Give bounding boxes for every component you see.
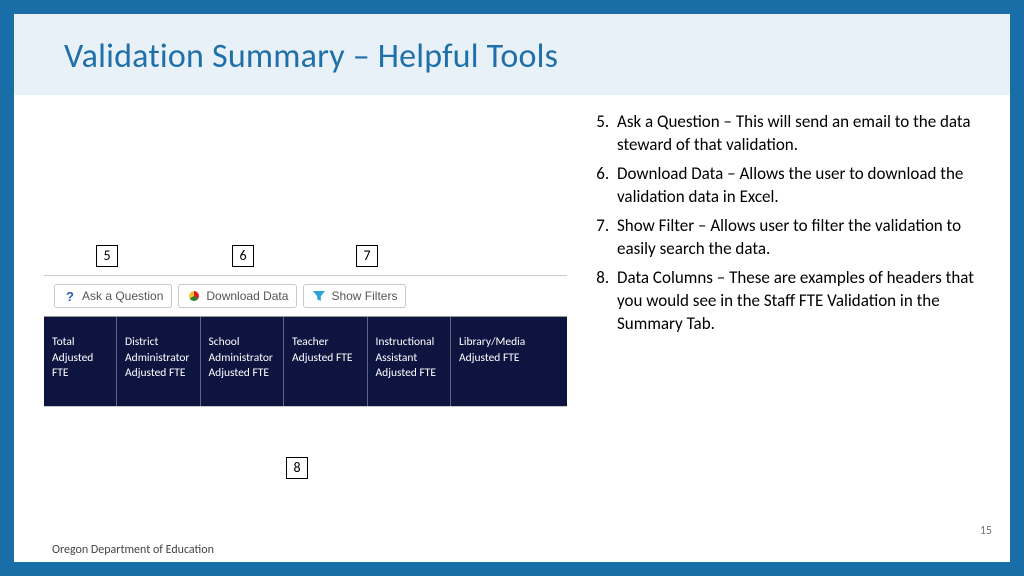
desc-lead: Download Data – xyxy=(617,163,739,184)
list-item: Data Columns – These are examples of hea… xyxy=(613,267,988,336)
footer-org: Oregon Department of Education xyxy=(52,543,214,557)
column-header: Instructional Assistant Adjusted FTE xyxy=(367,317,451,406)
desc-lead: Show Filter – xyxy=(617,215,710,236)
validation-tool-window: ? Ask a Question Download Data Show Filt… xyxy=(44,275,567,407)
ask-question-label: Ask a Question xyxy=(82,290,163,302)
title-band: Validation Summary – Helpful Tools xyxy=(14,14,1010,95)
filter-icon xyxy=(312,289,326,303)
show-filters-button[interactable]: Show Filters xyxy=(303,284,406,308)
slide-frame: Validation Summary – Helpful Tools 5 6 7… xyxy=(0,0,1024,576)
desc-lead: Data Columns – xyxy=(617,267,729,288)
desc-lead: Ask a Question – xyxy=(617,111,736,132)
list-item: Download Data – Allows the user to downl… xyxy=(613,163,988,209)
download-icon xyxy=(187,289,201,303)
column-header: District Administrator Adjusted FTE xyxy=(116,317,200,406)
callout-7: 7 xyxy=(356,245,378,267)
show-filters-label: Show Filters xyxy=(331,290,397,302)
screenshot-panel: 5 6 7 ? Ask a Question Download Data xyxy=(44,107,567,407)
download-data-label: Download Data xyxy=(206,290,288,302)
download-data-button[interactable]: Download Data xyxy=(178,284,297,308)
callout-5: 5 xyxy=(96,245,118,267)
page-number: 15 xyxy=(980,524,992,538)
column-header: Library/Media Adjusted FTE xyxy=(450,317,567,406)
ask-question-button[interactable]: ? Ask a Question xyxy=(54,284,172,308)
page-title: Validation Summary – Helpful Tools xyxy=(64,36,1010,77)
column-header-row: Total Adjusted FTE District Administrato… xyxy=(44,316,567,406)
column-header: Teacher Adjusted FTE xyxy=(283,317,367,406)
list-item: Ask a Question – This will send an email… xyxy=(613,111,988,157)
description-panel: Ask a Question – This will send an email… xyxy=(577,107,988,407)
callout-6: 6 xyxy=(232,245,254,267)
description-list: Ask a Question – This will send an email… xyxy=(577,111,988,335)
column-header: Total Adjusted FTE xyxy=(44,317,116,406)
toolbar: ? Ask a Question Download Data Show Filt… xyxy=(44,276,567,316)
help-icon: ? xyxy=(63,289,77,303)
column-header: School Administrator Adjusted FTE xyxy=(200,317,284,406)
list-item: Show Filter – Allows user to filter the … xyxy=(613,215,988,261)
callout-8: 8 xyxy=(286,457,308,479)
content-area: 5 6 7 ? Ask a Question Download Data xyxy=(14,95,1010,407)
